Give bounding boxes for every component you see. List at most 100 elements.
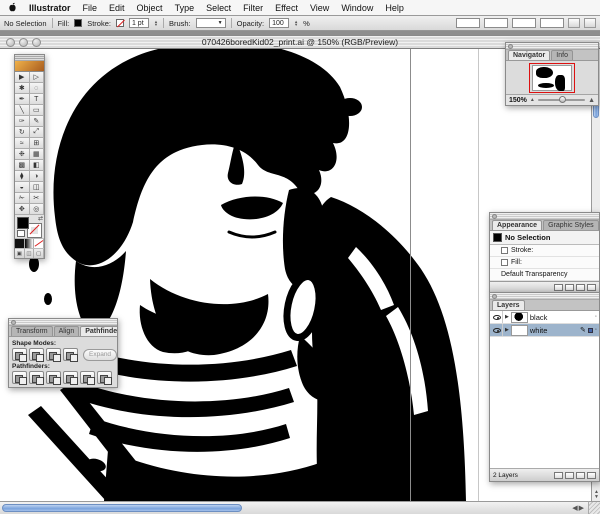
rotate-tool[interactable]: ↻: [15, 127, 30, 138]
menu-item-object[interactable]: Object: [137, 3, 163, 13]
close-palette-icon[interactable]: [492, 214, 497, 219]
standard-screen-mode-button[interactable]: ▣: [15, 249, 25, 258]
color-button[interactable]: [15, 239, 25, 248]
layer-name[interactable]: white: [530, 326, 548, 335]
magic-wand-tool[interactable]: ✱: [15, 83, 30, 94]
blend-tool[interactable]: ◑: [29, 171, 44, 182]
stroke-weight-stepper[interactable]: ▲ ▼: [154, 19, 158, 26]
tab-layers[interactable]: Layers: [492, 300, 525, 310]
zoom-out-icon[interactable]: ▲: [530, 97, 535, 103]
minus-back-button[interactable]: [97, 371, 112, 385]
rectangle-tool[interactable]: ▭: [29, 105, 44, 116]
minimize-window-button[interactable]: [19, 37, 28, 47]
tab-graphic-styles[interactable]: Graphic Styles: [543, 220, 599, 230]
tab-transform[interactable]: Transform: [11, 326, 53, 336]
slice-tool[interactable]: ✁: [15, 193, 30, 204]
fill-swatch[interactable]: [74, 19, 83, 27]
navigator-preview[interactable]: [506, 61, 598, 94]
menu-item-edit[interactable]: Edit: [109, 3, 125, 13]
layer-row-black[interactable]: ▶ black ◦: [490, 311, 599, 324]
close-window-button[interactable]: [6, 37, 15, 47]
crop-button[interactable]: [63, 371, 78, 385]
brush-dropdown[interactable]: ▼: [195, 18, 226, 28]
layer-name[interactable]: black: [530, 313, 548, 322]
palette-title-bar[interactable]: [9, 319, 117, 326]
transform-h-field[interactable]: [540, 18, 564, 28]
window-resize-grip[interactable]: [588, 501, 600, 514]
merge-button[interactable]: [46, 371, 61, 385]
navigator-view-box[interactable]: [529, 62, 575, 93]
delete-layer-icon[interactable]: [587, 471, 596, 479]
make-clipping-mask-icon[interactable]: [554, 471, 563, 479]
paintbrush-tool[interactable]: ✑: [15, 116, 30, 127]
symbol-sprayer-tool[interactable]: ❉: [15, 149, 30, 160]
zoom-slider[interactable]: [537, 96, 586, 103]
menu-item-window[interactable]: Window: [341, 3, 373, 13]
intersect-button[interactable]: [46, 348, 61, 362]
scale-tool[interactable]: ⤢: [29, 127, 44, 138]
menu-item-select[interactable]: Select: [206, 3, 231, 13]
pencil-tool[interactable]: ✎: [29, 116, 44, 127]
type-tool[interactable]: T: [29, 94, 44, 105]
mesh-tool[interactable]: ▩: [15, 160, 30, 171]
divide-button[interactable]: [12, 371, 27, 385]
appearance-row-transparency[interactable]: Default Transparency: [490, 269, 599, 281]
transform-x-field[interactable]: [456, 18, 480, 28]
menu-item-effect[interactable]: Effect: [275, 3, 298, 13]
selection-tool[interactable]: ▶: [15, 72, 30, 83]
outline-button[interactable]: [80, 371, 95, 385]
swap-fill-stroke-icon[interactable]: ⇄: [38, 215, 43, 222]
menu-item-help[interactable]: Help: [385, 3, 404, 13]
lasso-tool[interactable]: ◌: [29, 83, 44, 94]
live-paint-selection-tool[interactable]: ◫: [29, 182, 44, 193]
warp-tool[interactable]: ≈: [15, 138, 30, 149]
opacity-stepper[interactable]: ▲ ▼: [294, 19, 298, 26]
stroke-color-swatch[interactable]: [27, 223, 42, 238]
horizontal-scrollbar[interactable]: ◀▶: [0, 501, 588, 514]
zoom-slider-thumb[interactable]: [559, 96, 567, 103]
menu-item-type[interactable]: Type: [175, 3, 195, 13]
palette-title-bar[interactable]: [506, 43, 598, 50]
eyedropper-tool[interactable]: ⧫: [15, 171, 30, 182]
zoom-window-button[interactable]: [32, 37, 41, 47]
unite-button[interactable]: [12, 348, 27, 362]
target-circle-icon[interactable]: ◦: [595, 314, 597, 320]
appearance-row-stroke[interactable]: Stroke:: [490, 245, 599, 257]
vertical-scroll-arrows-icon[interactable]: ▲ ▼: [592, 490, 600, 500]
zoom-tool[interactable]: ◎: [29, 204, 44, 215]
expand-triangle-icon[interactable]: ▶: [505, 327, 509, 333]
apple-menu-icon[interactable]: [8, 2, 17, 13]
live-paint-bucket-tool[interactable]: ◒: [15, 182, 30, 193]
full-screen-mode-button[interactable]: ▢: [34, 249, 45, 258]
expand-button[interactable]: Expand: [83, 348, 118, 361]
transform-w-field[interactable]: [512, 18, 536, 28]
new-sublayer-icon[interactable]: [565, 471, 574, 479]
close-palette-icon[interactable]: [492, 294, 497, 299]
tab-appearance[interactable]: Appearance: [492, 220, 543, 230]
palettes-icon[interactable]: [568, 18, 580, 28]
minus-front-button[interactable]: [29, 348, 44, 362]
full-screen-menu-mode-button[interactable]: ◫: [24, 249, 35, 258]
document-setup-icon[interactable]: [584, 18, 596, 28]
visibility-toggle[interactable]: [492, 311, 503, 323]
visibility-toggle[interactable]: [492, 324, 503, 336]
delete-item-icon[interactable]: [587, 283, 596, 291]
zoom-in-icon[interactable]: ▲: [588, 97, 595, 104]
gradient-button[interactable]: [24, 239, 35, 248]
clear-appearance-icon[interactable]: [565, 283, 574, 291]
none-button[interactable]: [34, 239, 45, 248]
horizontal-scroll-arrows-icon[interactable]: ◀▶: [572, 504, 585, 513]
palette-title-bar[interactable]: [490, 293, 599, 300]
tab-navigator[interactable]: Navigator: [508, 50, 551, 60]
stroke-swatch[interactable]: [115, 19, 124, 27]
scissors-tool[interactable]: ✂: [29, 193, 44, 204]
appearance-row-fill[interactable]: Fill:: [490, 257, 599, 269]
transform-y-field[interactable]: [484, 18, 508, 28]
tab-align[interactable]: Align: [53, 326, 80, 336]
pen-tool[interactable]: ✒: [15, 94, 30, 105]
opacity-field[interactable]: 100: [269, 18, 290, 28]
new-layer-icon[interactable]: [576, 471, 585, 479]
direct-selection-tool[interactable]: ▷: [29, 72, 44, 83]
free-transform-tool[interactable]: ⊞: [29, 138, 44, 149]
layer-row-white[interactable]: ▶ white ✎ ◦: [490, 324, 599, 337]
